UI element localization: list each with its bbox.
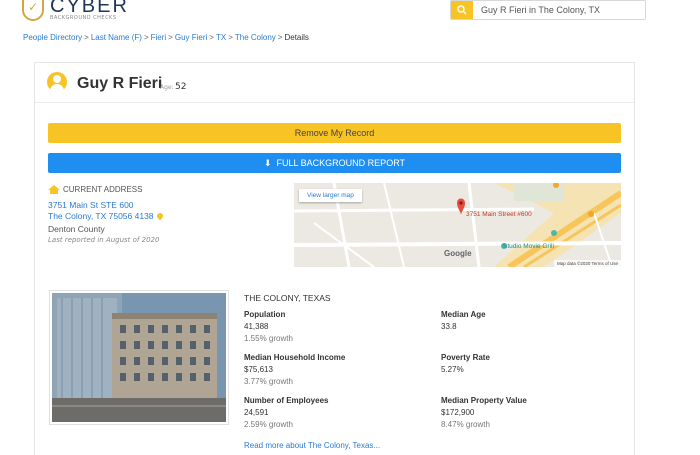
breadcrumb-guy-fieri[interactable]: Guy Fieri [175,33,207,42]
remove-record-button[interactable]: Remove My Record [48,123,621,143]
map-pin-label: 3751 Main Street #600 [466,211,532,218]
address-line2[interactable]: The Colony, TX 75056 4138 [48,211,154,221]
site-logo[interactable]: CYBER BACKGROUND CHECKS [22,0,129,22]
map-footer: Map data ©2020 Terms of Use [553,260,621,267]
full-report-button[interactable]: ⬇ FULL BACKGROUND REPORT [48,153,621,173]
search-button[interactable] [451,1,473,19]
map-pin-icon [155,211,164,221]
stat-median-income: Median Household Income $75,613 3.77% gr… [244,353,346,386]
logo-subtitle: BACKGROUND CHECKS [50,15,117,21]
search-bar [450,0,646,20]
download-icon: ⬇ [263,157,272,168]
record-header: Guy R Fieri Age: 52 [35,63,634,103]
google-logo: Google [444,249,472,258]
view-larger-map-link[interactable]: View larger map [299,189,362,202]
person-name: Guy R Fieri [77,75,163,92]
address-map[interactable]: View larger map 3751 Main Street #600 St… [294,183,621,267]
current-address: CURRENT ADDRESS 3751 Main St STE 600 The… [48,185,278,244]
stat-population: Population 41,388 1.55% growth [244,310,293,343]
stat-poverty-rate: Poverty Rate 5.27% [441,353,490,374]
age-label: Age: [160,84,174,91]
building-image [52,293,226,422]
breadcrumb-fieri[interactable]: Fieri [151,33,167,42]
breadcrumb-current: Details [284,33,309,42]
address-line1[interactable]: 3751 Main St STE 600 [48,200,278,211]
house-icon [48,185,60,194]
search-icon [457,5,467,15]
breadcrumb-people-directory[interactable]: People Directory [23,33,82,42]
page-header: CYBER BACKGROUND CHECKS [0,0,700,26]
stat-property-value: Median Property Value $172,900 8.47% gro… [441,396,527,429]
breadcrumb: People Directory > Last Name (F) > Fieri > Guy… [23,33,309,42]
stat-median-age: Median Age 33.8 [441,310,486,331]
city-info: THE COLONY, TEXAS Population 41,388 1.55… [244,293,624,450]
breadcrumb-tx[interactable]: TX [216,33,226,42]
last-reported: Last reported in August of 2020 [48,236,160,244]
breadcrumb-the-colony[interactable]: The Colony [235,33,276,42]
remove-record-label: Remove My Record [294,128,375,138]
logo-title: CYBER [50,0,129,17]
read-more-link[interactable]: Read more about The Colony, Texas... [244,441,380,450]
county: Denton County [48,224,105,234]
shield-check-icon [22,0,44,21]
city-photo [52,293,226,422]
user-avatar-icon [47,72,67,92]
breadcrumb-last-name[interactable]: Last Name (F) [91,33,142,42]
age-value: 52 [175,82,187,92]
city-photo-frame [49,290,229,425]
search-input[interactable] [473,1,645,19]
address-heading: CURRENT ADDRESS [63,185,143,194]
map-poi-label: Studio Movie Grill [503,243,554,250]
city-title: THE COLONY, TEXAS [244,293,331,303]
full-report-label: FULL BACKGROUND REPORT [276,158,406,168]
stat-employees: Number of Employees 24,591 2.59% growth [244,396,329,429]
record-card: Guy R Fieri Age: 52 Remove My Record ⬇ F… [34,62,635,455]
